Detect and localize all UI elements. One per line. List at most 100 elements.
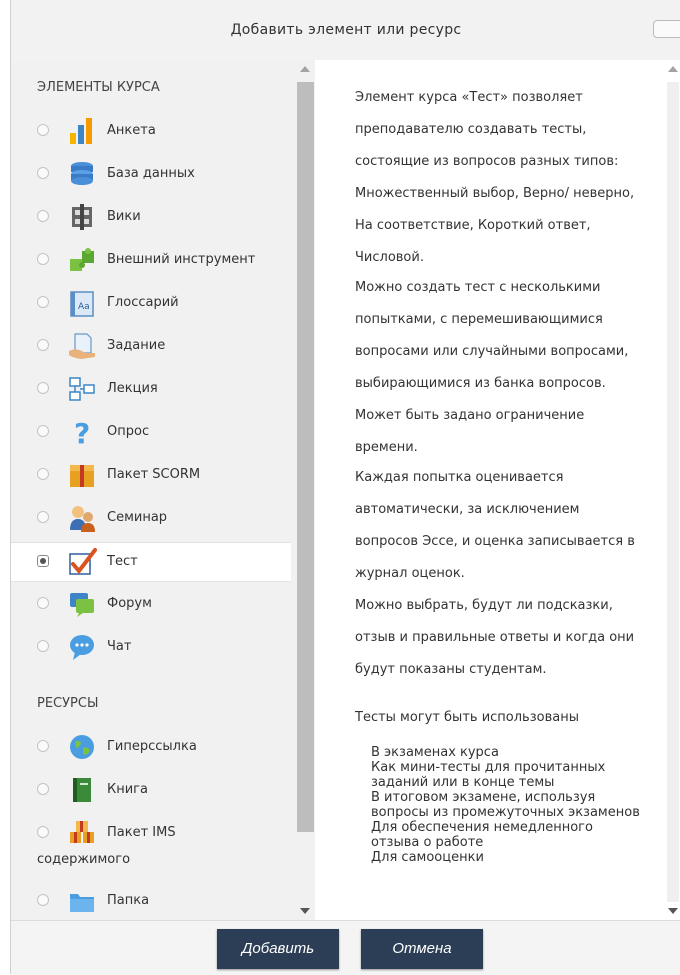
help-list: В экзаменах курса Как мини-тесты для про… xyxy=(371,745,641,865)
workshop-icon xyxy=(70,506,95,532)
glossary-icon: Aa xyxy=(70,291,94,317)
book-icon xyxy=(73,778,91,802)
option-label: База данных xyxy=(107,166,195,181)
chart-bars-icon xyxy=(70,118,92,144)
option-label: Пакет SCORM xyxy=(107,467,201,482)
help-scrollbar[interactable] xyxy=(665,60,680,920)
help-paragraph: Тесты могут быть использованы xyxy=(355,710,579,725)
assignment-icon xyxy=(69,333,95,359)
scroll-up-arrow-icon[interactable] xyxy=(668,66,678,72)
option-wiki[interactable]: Вики xyxy=(11,198,291,236)
help-list-item: Как мини-тесты для прочитанных заданий и… xyxy=(371,760,606,790)
option-workshop[interactable]: Семинар xyxy=(11,499,291,537)
radio-button[interactable] xyxy=(37,253,49,265)
option-book[interactable]: Книга xyxy=(11,771,291,809)
svg-text:?: ? xyxy=(74,417,90,447)
option-url[interactable]: Гиперссылка xyxy=(11,728,291,766)
option-label: Форум xyxy=(107,596,152,611)
radio-button[interactable] xyxy=(37,640,49,652)
radio-button[interactable] xyxy=(37,783,49,795)
radio-button[interactable] xyxy=(37,511,49,523)
radio-button[interactable] xyxy=(37,167,49,179)
option-label: Внешний инструмент xyxy=(107,252,256,267)
option-label: Вики xyxy=(107,209,141,224)
option-label: Глоссарий xyxy=(107,295,179,310)
dialog-header: Добавить элемент или ресурс xyxy=(11,0,680,61)
radio-button[interactable] xyxy=(37,826,49,838)
add-activity-dialog: Добавить элемент или ресурс ЭЛЕМЕНТЫ КУР… xyxy=(10,0,680,975)
radio-button[interactable] xyxy=(37,124,49,136)
forum-icon xyxy=(70,593,94,617)
option-label: Опрос xyxy=(107,424,150,439)
radio-button-checked[interactable] xyxy=(37,555,49,567)
radio-button[interactable] xyxy=(37,296,49,308)
radio-button[interactable] xyxy=(37,468,49,480)
option-label: Задание xyxy=(107,338,166,353)
svg-text:Aa: Aa xyxy=(78,302,90,312)
radio-button[interactable] xyxy=(37,894,49,906)
help-panel: Элемент курса «Тест» позволяет преподава… xyxy=(315,60,665,920)
option-label: Анкета xyxy=(107,123,156,138)
help-list-item: Для самооценки xyxy=(371,850,484,865)
dialog-title: Добавить элемент или ресурс xyxy=(230,22,462,38)
options-list: ЭЛЕМЕНТЫ КУРСА Анкета База данных Вики В… xyxy=(11,60,296,920)
help-list-item: Для обеспечения немедленного отзыва о ра… xyxy=(371,820,593,850)
close-button[interactable] xyxy=(653,20,680,38)
scroll-down-arrow-icon[interactable] xyxy=(300,908,310,914)
option-label: Тест xyxy=(107,554,138,569)
options-scrollbar[interactable] xyxy=(296,60,315,920)
help-paragraph: Элемент курса «Тест» позволяет преподава… xyxy=(355,90,635,265)
help-paragraph: Каждая попытка оценивается автоматически… xyxy=(355,470,635,581)
add-button[interactable]: Добавить xyxy=(217,929,339,969)
radio-button[interactable] xyxy=(37,210,49,222)
lesson-icon xyxy=(69,377,95,401)
option-label: Книга xyxy=(107,782,148,797)
scroll-up-arrow-icon[interactable] xyxy=(300,66,310,72)
ims-package-icon xyxy=(70,821,94,843)
radio-button[interactable] xyxy=(37,425,49,437)
option-lesson[interactable]: Лекция xyxy=(11,370,291,408)
package-icon xyxy=(70,465,94,487)
option-database[interactable]: База данных xyxy=(11,155,291,193)
option-external-tool[interactable]: Внешний инструмент xyxy=(11,241,291,279)
option-label: Семинар xyxy=(107,510,168,525)
option-glossary[interactable]: Aa Глоссарий xyxy=(11,284,291,322)
help-list-item: В экзаменах курса xyxy=(371,745,499,760)
help-paragraph: Можно создать тест с несколькими попытка… xyxy=(355,280,629,455)
option-folder[interactable]: Папка xyxy=(11,882,291,920)
option-label-continuation: содержимого xyxy=(37,852,131,867)
scrollbar-thumb[interactable] xyxy=(667,82,679,902)
radio-button[interactable] xyxy=(37,740,49,752)
option-feedback[interactable]: Анкета xyxy=(11,112,291,150)
cancel-button[interactable]: Отмена xyxy=(361,929,483,969)
option-label: Папка xyxy=(107,893,150,908)
radio-button[interactable] xyxy=(37,339,49,351)
database-icon xyxy=(71,162,93,185)
option-assignment[interactable]: Задание xyxy=(11,327,291,365)
option-label: Гиперссылка xyxy=(107,739,197,754)
option-chat[interactable]: Чат xyxy=(11,628,291,666)
option-label: Чат xyxy=(107,639,132,654)
chat-icon xyxy=(70,635,94,660)
radio-button[interactable] xyxy=(37,382,49,394)
option-ims-package[interactable]: Пакет IMS содержимого xyxy=(11,814,291,874)
help-list-item: В итоговом экзамене, используя вопросы и… xyxy=(371,790,640,820)
section-resources-heading: РЕСУРСЫ xyxy=(37,696,99,711)
page-background-edge xyxy=(0,0,10,974)
option-choice[interactable]: ? Опрос xyxy=(11,413,291,451)
dialog-footer: Добавить Отмена xyxy=(11,920,680,975)
help-paragraph: Можно выбрать, будут ли подсказки, отзыв… xyxy=(355,598,635,677)
option-label: Лекция xyxy=(107,381,158,396)
puzzle-icon xyxy=(70,248,94,271)
scrollbar-thumb[interactable] xyxy=(297,82,314,832)
globe-icon xyxy=(70,735,94,759)
folder-icon xyxy=(70,894,94,912)
scroll-down-arrow-icon[interactable] xyxy=(668,908,678,914)
radio-button[interactable] xyxy=(37,597,49,609)
option-quiz[interactable]: Тест xyxy=(11,542,291,582)
option-forum[interactable]: Форум xyxy=(11,585,291,623)
option-scorm[interactable]: Пакет SCORM xyxy=(11,456,291,494)
option-label: Пакет IMS xyxy=(107,825,176,840)
checkmark-icon xyxy=(69,548,97,575)
wiki-icon xyxy=(72,204,92,230)
